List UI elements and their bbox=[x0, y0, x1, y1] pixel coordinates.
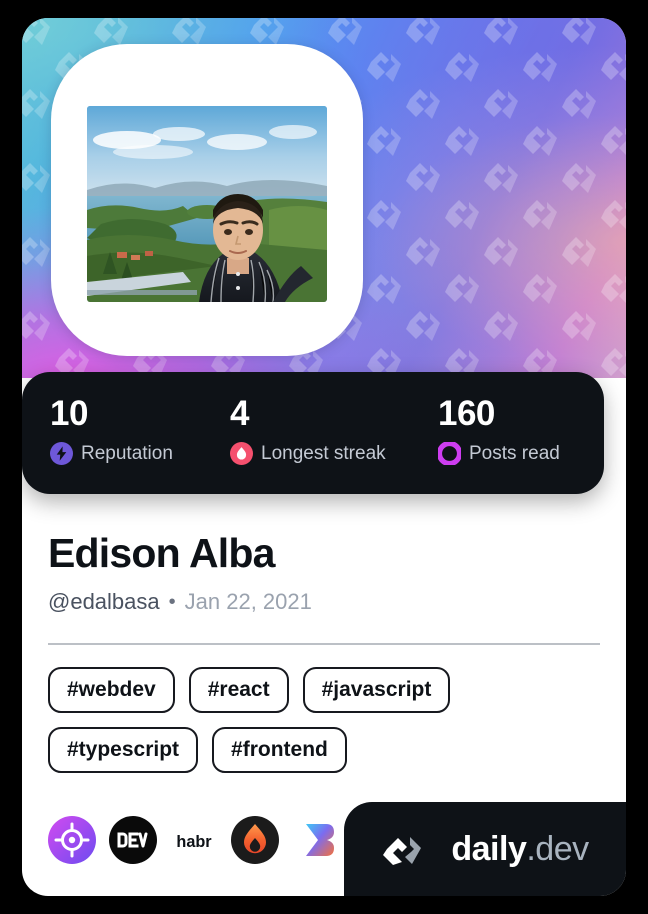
flame-icon bbox=[230, 442, 253, 465]
divider bbox=[48, 643, 600, 645]
dev-icon[interactable] bbox=[109, 816, 157, 864]
svg-text:habr: habr bbox=[176, 833, 212, 851]
profile-submeta: @edalbasa • Jan 22, 2021 bbox=[48, 589, 626, 615]
cover-header bbox=[22, 18, 626, 378]
bolt-icon bbox=[50, 442, 73, 465]
stat-value: 160 bbox=[438, 394, 495, 433]
ring-icon bbox=[438, 442, 461, 465]
daily-dev-footer-badge: daily.dev bbox=[344, 802, 626, 896]
profile-body: Edison Alba @edalbasa • Jan 22, 2021 #we… bbox=[22, 494, 626, 864]
separator-dot: • bbox=[168, 590, 176, 613]
stat-label: Longest streak bbox=[261, 442, 386, 464]
profile-name: Edison Alba bbox=[48, 530, 275, 576]
b-mark-icon[interactable] bbox=[292, 816, 340, 864]
target-icon[interactable] bbox=[48, 816, 96, 864]
stat-value: 10 bbox=[50, 394, 88, 433]
daily-dev-wordmark: daily.dev bbox=[451, 829, 589, 869]
devcard: 10 Reputation 4 Longest streak 160 Posts… bbox=[22, 18, 626, 896]
tag-item[interactable]: #typescript bbox=[48, 727, 199, 773]
stat-reputation: 10 Reputation bbox=[22, 394, 202, 494]
stat-posts-read: 160 Posts read bbox=[410, 394, 604, 494]
stat-label: Reputation bbox=[81, 442, 173, 464]
tag-item[interactable]: #react bbox=[188, 667, 289, 713]
habr-icon[interactable]: habr bbox=[170, 816, 218, 864]
joined-date: Jan 22, 2021 bbox=[184, 589, 312, 614]
stats-bar: 10 Reputation 4 Longest streak 160 Posts… bbox=[22, 372, 604, 494]
avatar bbox=[87, 106, 327, 302]
stat-value: 4 bbox=[230, 394, 249, 433]
tag-list: #webdev #react #javascript #typescript #… bbox=[48, 667, 604, 773]
avatar-frame bbox=[51, 44, 363, 356]
tag-item[interactable]: #webdev bbox=[48, 667, 175, 713]
brand-dev: .dev bbox=[526, 829, 589, 868]
daily-dev-logo-icon bbox=[383, 837, 422, 865]
tag-item[interactable]: #frontend bbox=[212, 727, 347, 773]
stat-longest-streak: 4 Longest streak bbox=[202, 394, 410, 494]
flame-circle-icon[interactable] bbox=[231, 816, 279, 864]
brand-daily: daily bbox=[451, 829, 527, 868]
stat-label: Posts read bbox=[469, 442, 560, 464]
profile-handle: @edalbasa bbox=[48, 589, 160, 614]
social-links: habr bbox=[48, 816, 340, 864]
tag-item[interactable]: #javascript bbox=[302, 667, 451, 713]
